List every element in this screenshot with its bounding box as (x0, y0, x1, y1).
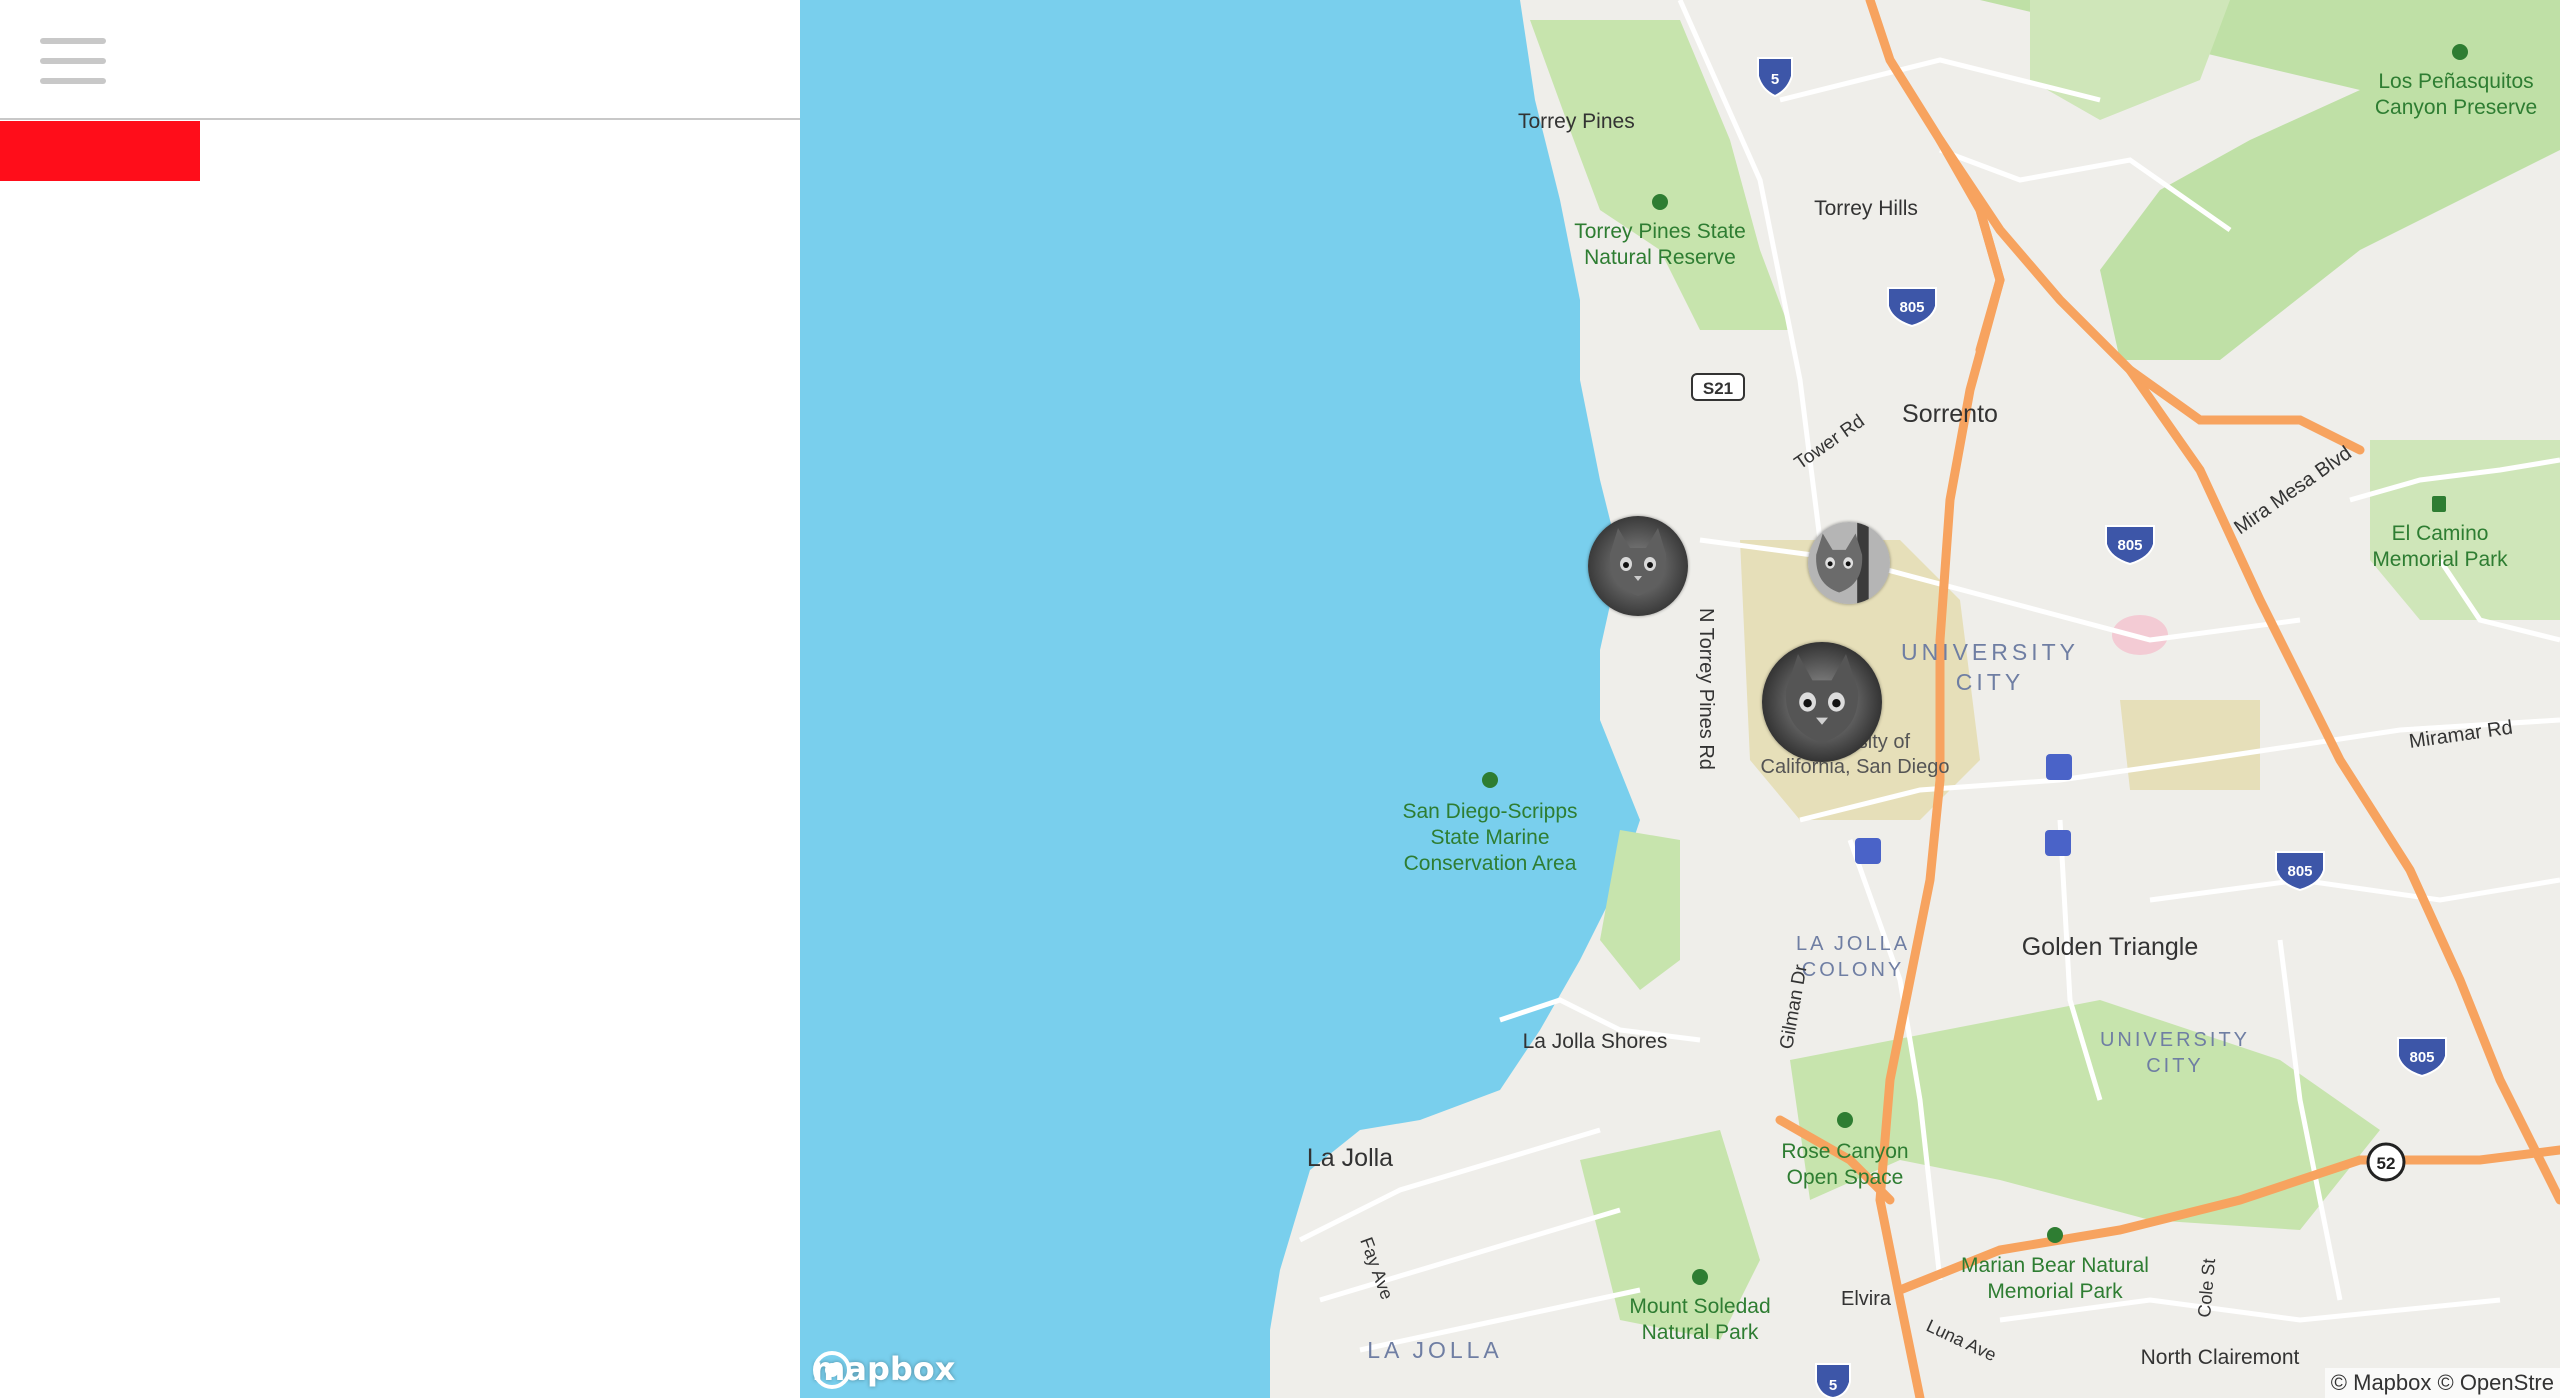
label-elvira: Elvira (1841, 1288, 1892, 1310)
label-university-2: CITY (1956, 669, 2024, 695)
map-view[interactable]: Torrey Pines Torrey Hills Los Peñasquito… (800, 0, 2560, 1398)
label-canyon-preserve: Canyon Preserve (2375, 96, 2537, 119)
shield-text-i5-top: 5 (1771, 71, 1779, 88)
label-scripps-3: Conservation Area (1404, 852, 1577, 875)
park-icon (2432, 496, 2446, 512)
train-station-icon (1855, 838, 1881, 864)
shield-text-52: 52 (2377, 1154, 2396, 1173)
label-el-camino-2: Memorial Park (2372, 548, 2508, 571)
label-tp-reserve-2: Natural Reserve (1584, 246, 1736, 269)
label-los-penasquitos: Los Peñasquitos (2378, 70, 2533, 93)
mapbox-logo[interactable]: mapbox (812, 1350, 955, 1389)
label-torrey-hills: Torrey Hills (1814, 197, 1918, 220)
label-mount-soledad-2: Natural Park (1642, 1321, 1759, 1344)
label-sorrento: Sorrento (1902, 400, 1998, 428)
cat-photo-marker-icon (1588, 516, 1688, 616)
label-north-clairemont: North Clairemont (2141, 1346, 2300, 1369)
label-rose-canyon-1: Rose Canyon (1781, 1140, 1908, 1163)
tree-icon (1692, 1269, 1708, 1285)
cat-photo-marker-icon (1762, 642, 1882, 762)
train-station-icon (2045, 830, 2071, 856)
shield-text-805-3: 805 (2287, 863, 2312, 880)
train-station-icon (2046, 754, 2072, 780)
shield-text-s21: S21 (1703, 379, 1733, 398)
label-tp-reserve-1: Torrey Pines State (1574, 220, 1746, 243)
shield-text-805-4: 805 (2409, 1049, 2434, 1066)
mapbox-logo-icon (813, 1351, 851, 1389)
tree-icon (1837, 1112, 1853, 1128)
map-canvas[interactable]: Torrey Pines Torrey Hills Los Peñasquito… (800, 0, 2560, 1398)
tree-icon (1652, 194, 1668, 210)
label-la-jolla-district: LA JOLLA (1367, 1337, 1503, 1363)
shield-text-i5-bottom: 5 (1829, 1377, 1837, 1394)
shield-text-805-1: 805 (1899, 299, 1924, 316)
label-mount-soledad-1: Mount Soledad (1629, 1295, 1770, 1318)
cat-photo-marker-1[interactable] (1588, 516, 1688, 616)
tree-icon (2047, 1227, 2063, 1243)
shield-text-805-2: 805 (2117, 537, 2142, 554)
map-attribution[interactable]: © Mapbox © OpenStre (2324, 1368, 2560, 1398)
label-la-jolla-colony-1: LA JOLLA (1796, 933, 1910, 955)
cat-photo-marker-icon (1808, 522, 1890, 604)
label-la-jolla: La Jolla (1307, 1144, 1393, 1172)
label-marian-bear-1: Marian Bear Natural (1961, 1254, 2149, 1277)
label-la-jolla-colony-2: COLONY (1802, 959, 1904, 981)
label-university-city-2a: UNIVERSITY (2100, 1029, 2250, 1051)
label-torrey-pines: Torrey Pines (1518, 110, 1635, 133)
label-golden-triangle: Golden Triangle (2022, 933, 2199, 961)
label-rose-canyon-2: Open Space (1787, 1166, 1904, 1189)
label-scripps-2: State Marine (1430, 826, 1549, 849)
active-tab-indicator[interactable] (0, 121, 200, 181)
label-marian-bear-2: Memorial Park (1987, 1280, 2123, 1303)
cat-photo-marker-2[interactable] (1808, 522, 1890, 604)
tree-icon (1482, 772, 1498, 788)
tree-icon (2452, 44, 2468, 60)
hamburger-menu-icon[interactable] (40, 38, 106, 86)
label-university-1: UNIVERSITY (1901, 639, 2079, 665)
top-bar (0, 0, 800, 120)
label-la-jolla-shores: La Jolla Shores (1523, 1030, 1668, 1053)
label-el-camino-1: El Camino (2392, 522, 2489, 545)
sidebar-panel (0, 0, 800, 1398)
label-university-city-2b: CITY (2146, 1055, 2204, 1077)
campus-area-2 (2120, 700, 2260, 790)
label-scripps-1: San Diego-Scripps (1402, 800, 1577, 823)
label-n-torrey-pines-rd: N Torrey Pines Rd (1695, 608, 1717, 770)
cat-photo-marker-3[interactable] (1762, 642, 1882, 762)
